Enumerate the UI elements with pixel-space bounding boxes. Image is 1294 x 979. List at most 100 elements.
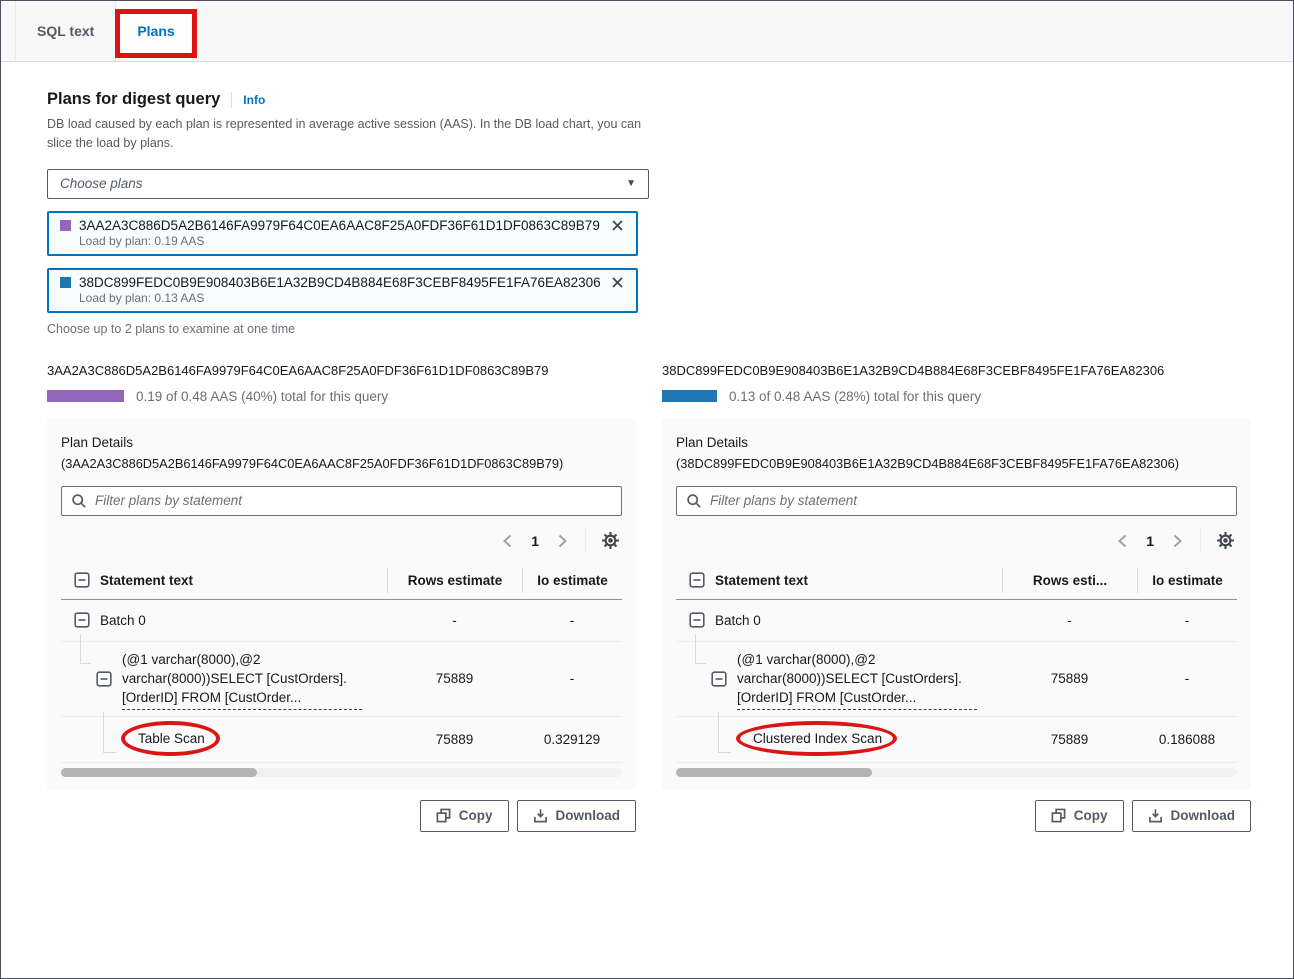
header-row: Plans for digest query Info (47, 90, 1248, 109)
col-statement-text[interactable]: Statement text (100, 573, 193, 588)
info-link[interactable]: Info (243, 93, 265, 107)
dropdown-placeholder: Choose plans (60, 176, 143, 191)
page-number[interactable]: 1 (531, 533, 539, 549)
collapse-icon[interactable] (96, 671, 112, 687)
chevron-right-icon[interactable] (554, 533, 570, 549)
table-header-row: Statement text Rows esti... Io estimate (676, 562, 1237, 600)
collapse-all-icon[interactable] (74, 572, 90, 588)
chevron-left-icon[interactable] (500, 533, 516, 549)
table-row-statement[interactable]: (@1 varchar(8000),@2 varchar(8000))SELEC… (676, 642, 1237, 717)
statement-label: Table Scan (138, 731, 205, 746)
collapse-icon[interactable] (74, 612, 90, 628)
pagination: 1 (676, 524, 1237, 558)
plans-page: SQL text Plans Plans for digest query In… (0, 0, 1294, 979)
filter-input[interactable] (710, 493, 1227, 508)
plan-details-title: Plan Details (676, 433, 1237, 454)
rows-estimate-value: 75889 (1002, 732, 1137, 747)
search-icon (71, 493, 87, 509)
copy-button[interactable]: Copy (1035, 800, 1124, 832)
table-row-statement[interactable]: (@1 varchar(8000),@2 varchar(8000))SELEC… (61, 642, 622, 717)
plan-hash-title: 38DC899FEDC0B9E908403B6E1A32B9CD4B884E68… (662, 363, 1251, 378)
selected-plan-chip-1[interactable]: 3AA2A3C886D5A2B6146FA9979F64C0EA6AAC8F25… (47, 211, 638, 256)
scrollbar-thumb[interactable] (676, 768, 872, 777)
plan-column-left: 3AA2A3C886D5A2B6146FA9979F64C0EA6AAC8F25… (47, 363, 636, 832)
header-divider (231, 92, 232, 108)
close-icon[interactable] (604, 218, 625, 233)
chevron-left-icon[interactable] (1115, 533, 1131, 549)
statement-label: (@1 varchar(8000),@2 varchar(8000))SELEC… (122, 652, 347, 705)
gear-icon[interactable] (601, 531, 620, 550)
filter-input-wrap (676, 486, 1237, 516)
table-header-row: Statement text Rows estimate Io estimate (61, 562, 622, 600)
rows-estimate-value: - (1002, 613, 1137, 628)
col-rows-estimate[interactable]: Rows estimate (387, 568, 522, 593)
tab-sql-text-label: SQL text (37, 23, 94, 39)
plan-color-swatch (60, 220, 71, 231)
collapse-icon[interactable] (689, 612, 705, 628)
filter-input[interactable] (95, 493, 612, 508)
col-rows-estimate[interactable]: Rows esti... (1002, 568, 1137, 593)
collapse-icon[interactable] (711, 671, 727, 687)
chevron-right-icon[interactable] (1169, 533, 1185, 549)
plan-color-swatch (60, 277, 71, 288)
choose-plans-dropdown[interactable]: Choose plans ▼ (47, 169, 649, 199)
tab-plans[interactable]: Plans (115, 1, 195, 61)
statement-label: Batch 0 (715, 613, 761, 628)
rows-estimate-value: 75889 (1002, 671, 1137, 686)
plan-details-hash: (38DC899FEDC0B9E908403B6E1A32B9CD4B884E6… (676, 454, 1237, 474)
plan-details-title: Plan Details (61, 433, 622, 454)
tab-sql-text[interactable]: SQL text (15, 1, 115, 61)
rows-estimate-value: 75889 (387, 671, 522, 686)
io-estimate-value: - (1137, 613, 1237, 628)
table-row-scan[interactable]: Clustered Index Scan 75889 0.186088 (676, 717, 1237, 763)
statement-label: (@1 varchar(8000),@2 varchar(8000))SELEC… (737, 652, 962, 705)
plan-details-hash: (3AA2A3C886D5A2B6146FA9979F64C0EA6AAC8F2… (61, 454, 622, 474)
download-icon (1148, 808, 1163, 823)
page-number[interactable]: 1 (1146, 533, 1154, 549)
download-button[interactable]: Download (1132, 800, 1252, 832)
collapse-all-icon[interactable] (689, 572, 705, 588)
selected-plan-chip-2[interactable]: 38DC899FEDC0B9E908403B6E1A32B9CD4B884E68… (47, 268, 638, 313)
col-statement-text[interactable]: Statement text (715, 573, 808, 588)
plan-columns: 3AA2A3C886D5A2B6146FA9979F64C0EA6AAC8F25… (47, 363, 1248, 832)
search-icon (686, 493, 702, 509)
copy-button[interactable]: Copy (420, 800, 509, 832)
plan-details-panel: Plan Details (3AA2A3C886D5A2B6146FA9979F… (47, 419, 636, 789)
statement-label: Clustered Index Scan (753, 731, 882, 746)
tab-plans-label: Plans (137, 23, 174, 39)
load-bar (662, 390, 717, 402)
io-estimate-value: - (522, 671, 622, 686)
page-title: Plans for digest query (47, 90, 220, 109)
col-io-estimate[interactable]: Io estimate (522, 568, 622, 593)
horizontal-scrollbar (676, 768, 1237, 777)
plan-hash-title: 3AA2A3C886D5A2B6146FA9979F64C0EA6AAC8F25… (47, 363, 636, 378)
copy-icon (1051, 808, 1066, 823)
io-estimate-value: 0.186088 (1137, 732, 1237, 747)
plan-hash: 38DC899FEDC0B9E908403B6E1A32B9CD4B884E68… (79, 275, 601, 290)
table-row-scan[interactable]: Table Scan 75889 0.329129 (61, 717, 622, 763)
truncation-indicator (122, 709, 362, 710)
table-row-batch[interactable]: Batch 0 - - (676, 600, 1237, 642)
rows-estimate-value: 75889 (387, 732, 522, 747)
download-button[interactable]: Download (517, 800, 637, 832)
plan-column-right: 38DC899FEDC0B9E908403B6E1A32B9CD4B884E68… (662, 363, 1251, 832)
table-row-batch[interactable]: Batch 0 - - (61, 600, 622, 642)
download-icon (533, 808, 548, 823)
plan-hash: 3AA2A3C886D5A2B6146FA9979F64C0EA6AAC8F25… (79, 218, 600, 233)
close-icon[interactable] (604, 275, 625, 290)
load-summary: 0.13 of 0.48 AAS (28%) total for this qu… (729, 389, 981, 404)
load-bar (47, 390, 124, 402)
plan-table: Statement text Rows estimate Io estimate… (61, 562, 622, 777)
tab-strip: SQL text Plans (1, 1, 1293, 62)
gear-icon[interactable] (1216, 531, 1235, 550)
io-estimate-value: - (522, 613, 622, 628)
scrollbar-thumb[interactable] (61, 768, 257, 777)
statement-label: Batch 0 (100, 613, 146, 628)
chevron-down-icon: ▼ (626, 178, 636, 189)
content-area: Plans for digest query Info DB load caus… (1, 62, 1293, 832)
col-io-estimate[interactable]: Io estimate (1137, 568, 1237, 593)
plan-load-label: Load by plan: 0.13 AAS (79, 291, 625, 305)
filter-input-wrap (61, 486, 622, 516)
page-description: DB load caused by each plan is represent… (47, 115, 655, 154)
plan-details-panel: Plan Details (38DC899FEDC0B9E908403B6E1A… (662, 419, 1251, 789)
